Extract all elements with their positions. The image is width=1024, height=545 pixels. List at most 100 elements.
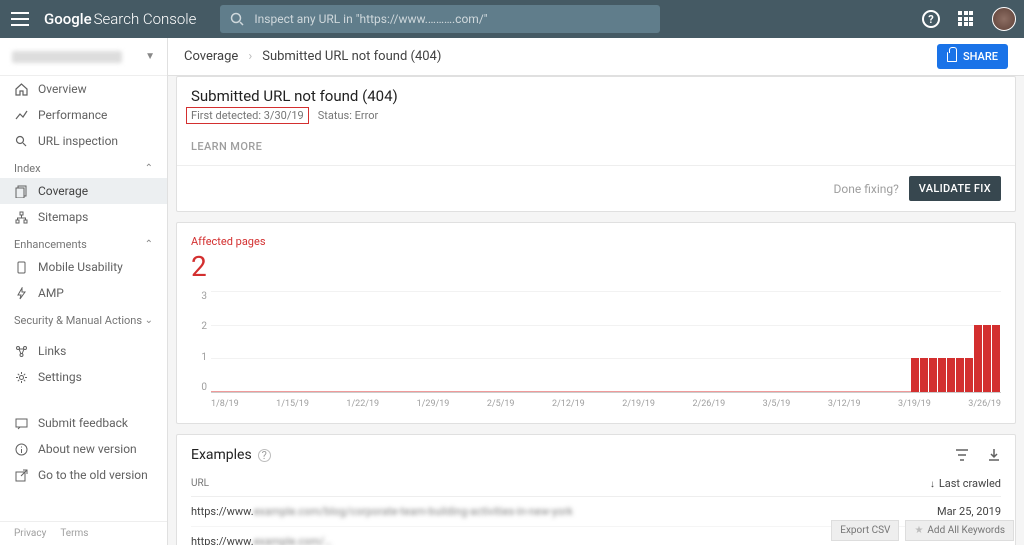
menu-icon[interactable]: [8, 7, 32, 31]
app-header: Google Search Console Inspect any URL in…: [0, 0, 1024, 38]
sidebar-item-url-inspection[interactable]: URL inspection: [0, 128, 167, 154]
breadcrumb-root[interactable]: Coverage: [184, 49, 238, 64]
logo: Google Search Console: [44, 10, 196, 28]
chart-bar[interactable]: [920, 358, 929, 392]
x-tick: 1/22/19: [346, 399, 379, 411]
sidebar: ▼ Overview Performance URL inspection In…: [0, 38, 168, 545]
logo-product-text: Search Console: [94, 10, 197, 28]
content-header: Coverage › Submitted URL not found (404)…: [168, 38, 1024, 76]
issue-summary-card: Submitted URL not found (404) First dete…: [176, 76, 1016, 212]
done-fixing-label: Done fixing?: [834, 182, 899, 196]
breadcrumb-current: Submitted URL not found (404): [262, 49, 441, 64]
magnifier-icon: [14, 134, 28, 148]
footer-privacy-link[interactable]: Privacy: [14, 528, 46, 539]
avatar[interactable]: [992, 7, 1016, 31]
validate-fix-button[interactable]: VALIDATE FIX: [909, 176, 1001, 201]
sitemap-icon: [14, 210, 28, 224]
sidebar-item-sitemaps[interactable]: Sitemaps: [0, 204, 167, 230]
affected-pages-label: Affected pages: [191, 235, 1001, 248]
chart-bar[interactable]: [911, 358, 920, 392]
x-tick: 1/8/19: [211, 399, 239, 411]
sidebar-item-mobile-usability[interactable]: Mobile Usability: [0, 254, 167, 280]
chevron-down-icon: ⌄: [145, 315, 153, 326]
x-tick: 3/5/19: [763, 399, 791, 411]
sidebar-item-overview[interactable]: Overview: [0, 76, 167, 102]
download-icon[interactable]: [987, 448, 1001, 462]
x-tick: 1/29/19: [417, 399, 450, 411]
chart-bar[interactable]: [992, 325, 1001, 392]
sidebar-section-index[interactable]: Index ⌃: [0, 154, 167, 178]
column-last-crawled[interactable]: ↓Last crawled: [930, 477, 1001, 490]
y-axis: 3 2 1 0: [191, 291, 207, 393]
chart-bar[interactable]: [974, 325, 983, 392]
info-icon: [14, 442, 28, 456]
sidebar-item-label: About new version: [38, 442, 137, 456]
search-icon: [230, 12, 244, 26]
x-tick: 1/15/19: [276, 399, 309, 411]
footer-terms-link[interactable]: Terms: [60, 528, 88, 539]
trend-icon: [14, 108, 28, 122]
search-placeholder: Inspect any URL in "https://www.……….com/…: [254, 12, 487, 26]
sidebar-item-label: Overview: [38, 82, 87, 96]
x-tick: 2/26/19: [692, 399, 725, 411]
extension-toolbar: Export CSV ★Add All Keywords: [831, 520, 1014, 541]
x-tick: 2/19/19: [622, 399, 655, 411]
sidebar-item-settings[interactable]: Settings: [0, 364, 167, 390]
sidebar-item-links[interactable]: Links: [0, 338, 167, 364]
site-selector[interactable]: ▼: [0, 38, 167, 76]
share-button[interactable]: SHARE: [937, 44, 1008, 69]
sidebar-item-label: Submit feedback: [38, 416, 128, 430]
sidebar-item-amp[interactable]: AMP: [0, 280, 167, 306]
affected-pages-count: 2: [191, 250, 1001, 283]
examples-table-header: URL ↓Last crawled: [191, 477, 1001, 497]
sidebar-item-old-version[interactable]: Go to the old version: [0, 462, 167, 488]
sidebar-item-label: Links: [38, 344, 66, 358]
chevron-up-icon: ⌃: [145, 239, 153, 250]
chart-bar[interactable]: [929, 358, 938, 392]
apps-icon[interactable]: [958, 11, 974, 27]
column-url[interactable]: URL: [191, 478, 209, 489]
affected-pages-chart-card: Affected pages 2 3 2 1 0 1/8/19 1/15/19 1/…: [176, 222, 1016, 424]
x-tick: 2/12/19: [552, 399, 585, 411]
chart-bar[interactable]: [965, 358, 974, 392]
chart-bar[interactable]: [947, 358, 956, 392]
help-icon[interactable]: ?: [922, 10, 940, 28]
mobile-icon: [14, 260, 28, 274]
star-icon: ★: [914, 525, 923, 536]
sidebar-item-label: Go to the old version: [38, 468, 148, 482]
header-actions: ?: [922, 7, 1016, 31]
sidebar-section-security[interactable]: Security & Manual Actions ⌄: [0, 306, 167, 330]
add-all-keywords-button[interactable]: ★Add All Keywords: [905, 520, 1014, 541]
chart-bar[interactable]: [938, 358, 947, 392]
sidebar-item-about-new[interactable]: About new version: [0, 436, 167, 462]
sidebar-footer: Privacy Terms: [0, 521, 167, 545]
help-icon[interactable]: ?: [258, 449, 271, 462]
chevron-right-icon: ›: [248, 49, 252, 64]
filter-icon[interactable]: [955, 448, 969, 462]
home-icon: [14, 82, 28, 96]
x-tick: 3/19/19: [898, 399, 931, 411]
pages-icon: [14, 184, 28, 198]
chevron-up-icon: ⌃: [145, 163, 153, 174]
sidebar-item-feedback[interactable]: Submit feedback: [0, 410, 167, 436]
gear-icon: [14, 370, 28, 384]
x-tick: 3/12/19: [828, 399, 861, 411]
sidebar-item-label: Mobile Usability: [38, 260, 123, 274]
examples-title: Examples: [191, 447, 252, 463]
main-content: Submitted URL not found (404) First dete…: [168, 76, 1024, 545]
x-tick: 3/26/19: [968, 399, 1001, 411]
chart-plot: [211, 291, 1001, 393]
sidebar-item-label: Performance: [38, 108, 107, 122]
issue-title: Submitted URL not found (404): [191, 87, 1001, 105]
sidebar-item-coverage[interactable]: Coverage: [0, 178, 167, 204]
sidebar-item-performance[interactable]: Performance: [0, 102, 167, 128]
url-inspect-search[interactable]: Inspect any URL in "https://www.……….com/…: [220, 5, 660, 33]
chart-bar[interactable]: [983, 325, 992, 392]
learn-more-link[interactable]: LEARN MORE: [191, 140, 1001, 153]
chart-bar[interactable]: [956, 358, 965, 392]
links-icon: [14, 344, 28, 358]
external-icon: [14, 468, 28, 482]
x-tick: 2/5/19: [487, 399, 515, 411]
sidebar-section-enhancements[interactable]: Enhancements ⌃: [0, 230, 167, 254]
export-csv-button[interactable]: Export CSV: [831, 520, 899, 541]
